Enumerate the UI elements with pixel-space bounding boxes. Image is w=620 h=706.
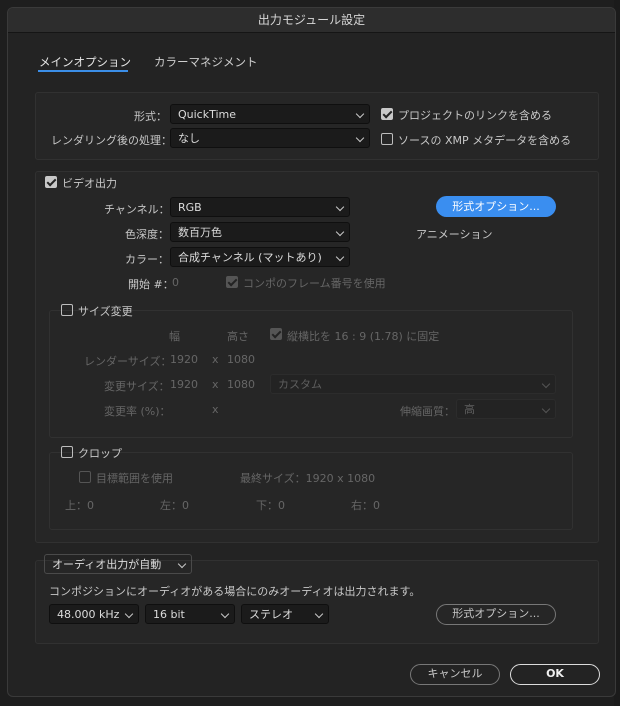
start-label: 開始 #： bbox=[128, 278, 174, 291]
depth-label: 色深度： bbox=[125, 228, 169, 241]
include-project-link-checkbox[interactable] bbox=[381, 108, 393, 120]
resize-to-width: 1920 bbox=[170, 378, 198, 391]
resize-pct-label: 変更率 (%)： bbox=[104, 405, 171, 418]
render-size-label: レンダーサイズ： bbox=[84, 355, 172, 368]
resize-label: サイズ変更 bbox=[78, 305, 133, 318]
ok-button[interactable]: OK bbox=[510, 664, 600, 685]
include-project-link-label: プロジェクトのリンクを含める bbox=[398, 109, 552, 122]
color-label: カラー： bbox=[125, 253, 169, 266]
codec-text: アニメーション bbox=[416, 228, 493, 241]
render-size-width: 1920 bbox=[170, 353, 198, 366]
audio-bits-value: 16 bit bbox=[153, 608, 185, 621]
video-output-label: ビデオ出力 bbox=[62, 177, 117, 190]
resize-preset-select[interactable]: カスタム bbox=[270, 374, 556, 394]
resize-to-height: 1080 bbox=[227, 378, 255, 391]
lock-aspect-label: 縦横比を 16 : 9 (1.78) に固定 bbox=[287, 330, 440, 343]
post-render-select[interactable]: なし bbox=[170, 128, 370, 148]
resize-to-label: 変更サイズ： bbox=[104, 380, 170, 393]
resize-checkbox[interactable] bbox=[61, 304, 73, 316]
depth-value: 数百万色 bbox=[178, 226, 222, 239]
chevron-down-icon bbox=[124, 609, 134, 619]
quality-value: 高 bbox=[464, 403, 475, 416]
chevron-down-icon bbox=[335, 227, 345, 237]
quality-label: 伸縮画質： bbox=[400, 405, 455, 418]
crop-final-size: 最終サイズ：1920 x 1080 bbox=[240, 472, 376, 485]
chevron-down-icon bbox=[314, 609, 324, 619]
chevron-down-icon bbox=[355, 133, 365, 143]
use-roi-label: 目標範囲を使用 bbox=[96, 472, 173, 485]
color-value: 合成チャンネル (マットあり) bbox=[178, 251, 322, 264]
chevron-down-icon bbox=[355, 109, 365, 119]
crop-left: 左：0 bbox=[160, 499, 189, 512]
crop-right: 右：0 bbox=[351, 499, 380, 512]
crop-top: 上：0 bbox=[65, 499, 94, 512]
color-select[interactable]: 合成チャンネル (マットあり) bbox=[170, 247, 350, 267]
crop-panel bbox=[49, 452, 573, 530]
video-output-checkbox[interactable] bbox=[45, 176, 57, 188]
chevron-down-icon bbox=[177, 559, 187, 569]
tab-main-options[interactable]: メインオプション bbox=[39, 54, 131, 70]
channels-value: RGB bbox=[178, 201, 202, 214]
quality-select[interactable]: 高 bbox=[456, 399, 556, 419]
chevron-down-icon bbox=[335, 252, 345, 262]
use-roi-checkbox[interactable] bbox=[79, 471, 91, 483]
lock-aspect-checkbox[interactable] bbox=[270, 328, 282, 340]
format-label: 形式： bbox=[134, 110, 167, 123]
use-comp-frame-label: コンポのフレーム番号を使用 bbox=[243, 277, 386, 290]
audio-channels-select[interactable]: ステレオ bbox=[241, 604, 329, 624]
dialog-title: 出力モジュール設定 bbox=[8, 8, 615, 33]
depth-select[interactable]: 数百万色 bbox=[170, 222, 350, 242]
audio-rate-value: 48.000 kHz bbox=[57, 608, 120, 621]
include-xmp-checkbox[interactable] bbox=[381, 133, 393, 145]
render-size-height: 1080 bbox=[227, 353, 255, 366]
audio-mode-value: オーディオ出力が自動 bbox=[52, 558, 162, 571]
audio-channels-value: ステレオ bbox=[249, 608, 293, 621]
post-render-value: なし bbox=[178, 132, 200, 145]
audio-mode-select[interactable]: オーディオ出力が自動 bbox=[44, 554, 192, 574]
resize-preset-value: カスタム bbox=[278, 378, 322, 391]
crop-checkbox[interactable] bbox=[61, 446, 73, 458]
resize-col-height: 高さ bbox=[227, 330, 249, 343]
format-select[interactable]: QuickTime bbox=[170, 104, 370, 124]
format-value: QuickTime bbox=[178, 108, 237, 121]
audio-message: コンポジションにオーディオがある場合にのみオーディオは出力されます。 bbox=[49, 585, 421, 598]
crop-bottom: 下：0 bbox=[256, 499, 285, 512]
format-panel bbox=[35, 92, 599, 160]
use-comp-frame-checkbox[interactable] bbox=[226, 276, 238, 288]
chevron-down-icon bbox=[335, 202, 345, 212]
resize-to-x: x bbox=[212, 378, 219, 391]
chevron-down-icon bbox=[541, 379, 551, 389]
crop-label: クロップ bbox=[78, 447, 122, 460]
output-module-dialog: 出力モジュール設定 メインオプション カラーマネジメント 形式： QuickTi… bbox=[7, 7, 616, 697]
chevron-down-icon bbox=[541, 404, 551, 414]
include-xmp-label: ソースの XMP メタデータを含める bbox=[398, 134, 572, 147]
tab-color-management[interactable]: カラーマネジメント bbox=[154, 54, 258, 70]
post-render-label: レンダリング後の処理： bbox=[51, 134, 172, 147]
audio-rate-select[interactable]: 48.000 kHz bbox=[49, 604, 139, 624]
render-size-x: x bbox=[212, 353, 219, 366]
audio-bits-select[interactable]: 16 bit bbox=[145, 604, 235, 624]
channels-select[interactable]: RGB bbox=[170, 197, 350, 217]
tab-active-indicator bbox=[38, 70, 128, 72]
chevron-down-icon bbox=[220, 609, 230, 619]
cancel-button[interactable]: キャンセル bbox=[410, 664, 500, 685]
resize-pct-x: x bbox=[212, 403, 219, 416]
start-value: 0 bbox=[172, 276, 179, 289]
channels-label: チャンネル： bbox=[104, 203, 170, 216]
resize-col-width: 幅 bbox=[169, 330, 180, 343]
video-format-options-button[interactable]: 形式オプション... bbox=[436, 196, 556, 217]
audio-format-options-button[interactable]: 形式オプション... bbox=[436, 604, 556, 625]
